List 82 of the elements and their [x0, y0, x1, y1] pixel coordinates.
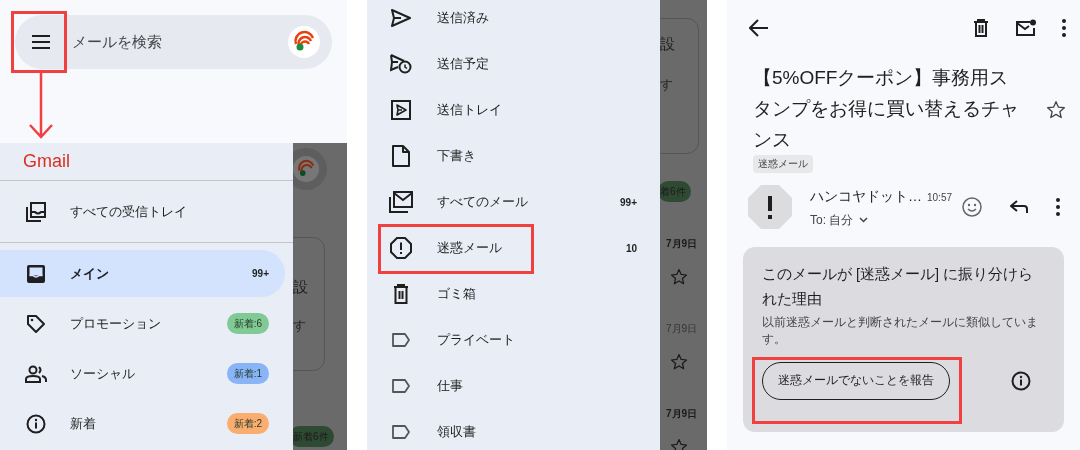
email-time: 10:57: [927, 190, 953, 205]
dimmed-date: 7月9日: [666, 237, 698, 251]
down-arrow: [28, 73, 54, 139]
dimmed-date: 7月9日: [666, 407, 698, 421]
info-icon[interactable]: [1011, 371, 1031, 391]
drawer-item[interactable]: プライベート: [367, 317, 660, 363]
unread-count: 99+: [620, 195, 637, 210]
sender-avatar: [748, 185, 792, 229]
sender-name: ハンコヤドット…: [810, 186, 922, 206]
item-label: ゴミ箱: [437, 285, 477, 304]
trash-icon[interactable]: [973, 19, 989, 37]
emoji-icon[interactable]: [962, 197, 982, 217]
item-label: 新着: [70, 414, 97, 433]
info-icon: [26, 413, 46, 434]
reply-icon[interactable]: [1010, 200, 1028, 214]
mail-icon[interactable]: [1016, 19, 1036, 37]
send-icon: [391, 9, 411, 27]
inboxes-icon: [26, 201, 46, 222]
star-icon: [670, 353, 688, 371]
email-subject: 【5%OFFクーポン】事務用スタンプをお得に買い替えるチャンス: [753, 66, 1020, 152]
star-icon: [670, 268, 688, 286]
search-placeholder: メールを検索: [72, 31, 163, 52]
chevron-down-icon[interactable]: [859, 216, 869, 223]
item-label: すべての受信トレイ: [70, 202, 188, 221]
scheduled-send-icon: [390, 54, 412, 74]
app-title: Gmail: [23, 150, 70, 173]
alert-octagon-icon: [390, 237, 412, 259]
drawer-item[interactable]: 送信済み: [367, 0, 660, 41]
item-label: メイン: [70, 264, 110, 283]
star-icon[interactable]: [1046, 100, 1066, 120]
notice-text: 以前迷惑メールと判断されたメールに類似しています。: [762, 314, 1039, 348]
document-icon: [392, 145, 410, 167]
dimmed-text: 設: [660, 34, 675, 54]
recipient-label: To: 自分: [810, 211, 854, 229]
dimmed-text: す: [293, 317, 306, 335]
item-label: プロモーション: [70, 314, 162, 333]
drawer-item[interactable]: 領収書: [367, 409, 660, 450]
back-arrow-icon[interactable]: [749, 19, 769, 37]
item-label: 送信済み: [437, 9, 490, 28]
drawer-item[interactable]: すべてのメール 99+: [367, 179, 660, 225]
dimmed-text: す: [660, 76, 673, 94]
drawer-item[interactable]: 仕事: [367, 363, 660, 409]
drawer-item[interactable]: ソーシャル 新着:1: [0, 350, 285, 397]
people-icon: [25, 364, 47, 383]
item-label: 迷惑メール: [437, 239, 503, 258]
new-count-badge: 新着:1: [226, 363, 269, 384]
inbox-icon: [26, 263, 46, 284]
menu-icon[interactable]: [32, 35, 50, 49]
new-count-badge: 新着:6: [226, 313, 269, 334]
drawer-item[interactable]: 新着 新着:2: [0, 400, 285, 447]
label-icon: [391, 330, 411, 350]
item-label: プライベート: [437, 331, 516, 350]
drawer-item[interactable]: 送信予定: [367, 41, 660, 87]
avatar-icon[interactable]: [288, 26, 320, 58]
item-label: 仕事: [437, 377, 464, 396]
tag-icon: [26, 313, 46, 334]
drawer-item-selected[interactable]: メイン 99+: [0, 250, 285, 297]
trash-icon: [393, 284, 409, 304]
drawer-item[interactable]: 迷惑メール 10: [367, 225, 660, 271]
more-icon[interactable]: [1056, 198, 1060, 216]
drawer-item[interactable]: プロモーション 新着:6: [0, 300, 285, 347]
item-label: 領収書: [437, 423, 477, 442]
unread-count: 10: [625, 241, 637, 256]
notice-title: このメールが [迷惑メール] に振り分けられた理由: [762, 265, 1035, 309]
label-icon: [391, 422, 411, 442]
item-label: すべてのメール: [437, 193, 529, 212]
drawer-item[interactable]: 下書き: [367, 133, 660, 179]
item-label: 送信トレイ: [437, 101, 503, 120]
dimmed-text: 設: [293, 277, 308, 297]
drawer-item[interactable]: ゴミ箱: [367, 271, 660, 317]
item-label: ソーシャル: [70, 364, 136, 383]
drawer-item[interactable]: 送信トレイ: [367, 87, 660, 133]
item-label: 送信予定: [437, 55, 490, 74]
new-count-badge: 新着:2: [226, 413, 269, 434]
label-tag: 迷惑メール: [753, 155, 813, 173]
outbox-icon: [391, 100, 411, 120]
unread-count: 99+: [252, 267, 269, 281]
label-icon: [391, 376, 411, 396]
more-icon[interactable]: [1062, 19, 1066, 37]
all-mail-icon: [389, 191, 413, 213]
item-label: 下書き: [437, 147, 477, 166]
search-bar[interactable]: メールを検索: [15, 15, 332, 69]
